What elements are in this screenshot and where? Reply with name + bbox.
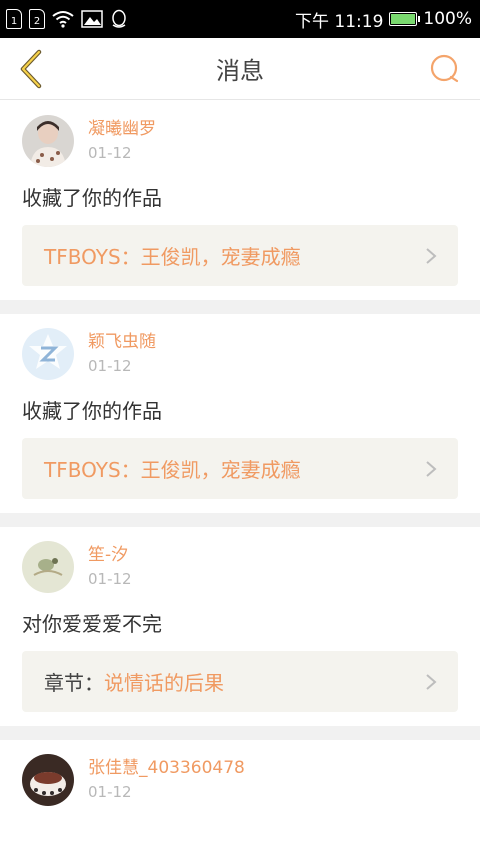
sim1-icon: 1: [6, 9, 22, 29]
user-row: 笙-汐 01-12: [22, 541, 458, 593]
work-link-box[interactable]: TFBOYS：王俊凯，宠妻成瘾: [22, 438, 458, 499]
chevron-right-icon: [426, 460, 437, 477]
avatar[interactable]: [22, 754, 74, 806]
chevron-right-icon: [426, 247, 437, 264]
message-text: 对你爱爱爱不完: [22, 612, 162, 636]
qq-icon: [112, 9, 126, 28]
message-date: 01-12: [88, 357, 132, 375]
user-row: 颖飞虫随 01-12: [22, 328, 458, 380]
image-icon: [81, 10, 103, 28]
message-card: 笙-汐 01-12 对你爱爱爱不完 章节：说情话的后果: [0, 527, 480, 726]
message-text: 收藏了你的作品: [22, 186, 162, 210]
battery-icon: [389, 12, 421, 26]
avatar[interactable]: [22, 115, 74, 167]
message-text: 收藏了你的作品: [22, 399, 162, 423]
user-row: 张佳慧_403360478 01-12: [22, 754, 458, 806]
message-card: 张佳慧_403360478 01-12: [0, 740, 480, 820]
status-time: 下午 11:19: [294, 11, 384, 32]
message-card: 颖飞虫随 01-12 收藏了你的作品 TFBOYS：王俊凯，宠妻成瘾: [0, 314, 480, 513]
message-date: 01-12: [88, 570, 132, 588]
message-date: 01-12: [88, 783, 132, 801]
avatar[interactable]: [22, 541, 74, 593]
username[interactable]: 颖飞虫随: [88, 331, 156, 353]
chapter-link-text: 章节：说情话的后果: [44, 671, 224, 695]
wifi-icon: [52, 11, 74, 28]
chapter-link-box[interactable]: 章节：说情话的后果: [22, 651, 458, 712]
page-title: 消息: [216, 57, 264, 85]
card-divider: [0, 513, 480, 527]
work-link-text: TFBOYS：王俊凯，宠妻成瘾: [44, 245, 301, 269]
back-button[interactable]: [10, 48, 50, 90]
sim2-icon: 2: [29, 9, 45, 29]
search-icon: [430, 54, 459, 83]
chevron-right-icon: [426, 673, 437, 690]
username[interactable]: 张佳慧_403360478: [88, 757, 245, 779]
message-feed: 凝曦幽罗 01-12 收藏了你的作品 TFBOYS：王俊凯，宠妻成瘾 颖飞虫随: [0, 101, 480, 820]
message-card: 凝曦幽罗 01-12 收藏了你的作品 TFBOYS：王俊凯，宠妻成瘾: [0, 101, 480, 300]
search-button[interactable]: [426, 50, 464, 88]
work-link-text: TFBOYS：王俊凯，宠妻成瘾: [44, 458, 301, 482]
username[interactable]: 笙-汐: [88, 544, 132, 566]
message-date: 01-12: [88, 144, 132, 162]
status-bar: 1 2 下午 11:19 100%: [0, 0, 480, 38]
card-divider: [0, 726, 480, 740]
work-link-box[interactable]: TFBOYS：王俊凯，宠妻成瘾: [22, 225, 458, 286]
card-divider: [0, 300, 480, 314]
top-nav-bar: 消息: [0, 38, 480, 100]
avatar[interactable]: [22, 328, 74, 380]
username[interactable]: 凝曦幽罗: [88, 118, 156, 140]
battery-percent: 100%: [423, 9, 472, 29]
user-row: 凝曦幽罗 01-12: [22, 115, 458, 167]
back-chevron-icon: [20, 49, 42, 89]
